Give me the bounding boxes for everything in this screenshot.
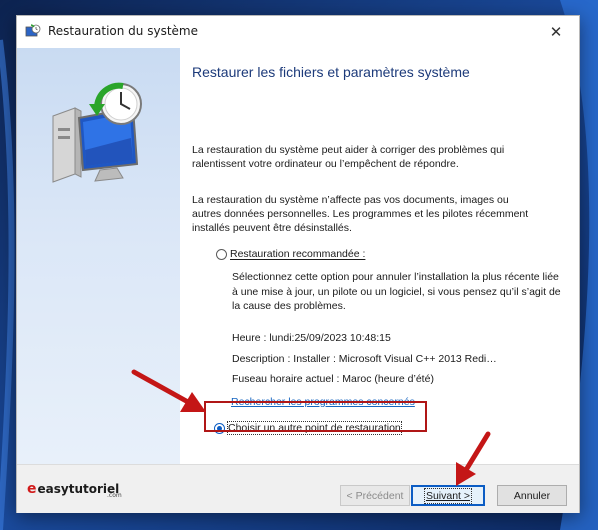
restore-description: Description : Installer : Microsoft Visu…	[232, 353, 497, 365]
close-icon: ✕	[549, 23, 563, 41]
window-title: Restauration du système	[48, 24, 198, 38]
next-button-label: Suivant >	[423, 487, 473, 504]
computer-restore-icon	[52, 82, 142, 183]
recommended-description: Sélectionnez cette option pour annuler l…	[232, 271, 561, 312]
page-title: Restaurer les fichiers et paramètres sys…	[192, 64, 470, 80]
highlight-box	[204, 401, 427, 432]
info-text: La restauration du système n’affecte pas…	[192, 194, 529, 234]
close-button[interactable]: ✕	[533, 16, 579, 48]
restore-timezone: Fuseau horaire actuel : Maroc (heure d’é…	[232, 373, 434, 385]
radio-recommended-restore[interactable]: Restauration recommandée :	[216, 248, 365, 260]
previous-button[interactable]: < Précédent	[340, 485, 410, 506]
restore-time: Heure : lundi:25/09/2023 10:48:15	[232, 332, 391, 344]
logo-sub: .com	[107, 492, 122, 499]
cancel-button[interactable]: Annuler	[497, 485, 567, 506]
logo-e: e	[27, 481, 37, 497]
system-restore-icon	[25, 24, 41, 37]
title-bar: Restauration du système ✕	[17, 16, 579, 48]
radio-unchecked-icon	[216, 248, 227, 260]
radio-recommended-label: Restauration recommandée :	[230, 248, 366, 260]
arrow-to-next-icon	[456, 431, 491, 486]
intro-text: La restauration du système peut aider à …	[192, 144, 505, 170]
easytutoriel-logo: e easytutoriel .com	[27, 481, 122, 499]
arrow-to-radio-icon	[131, 369, 206, 412]
